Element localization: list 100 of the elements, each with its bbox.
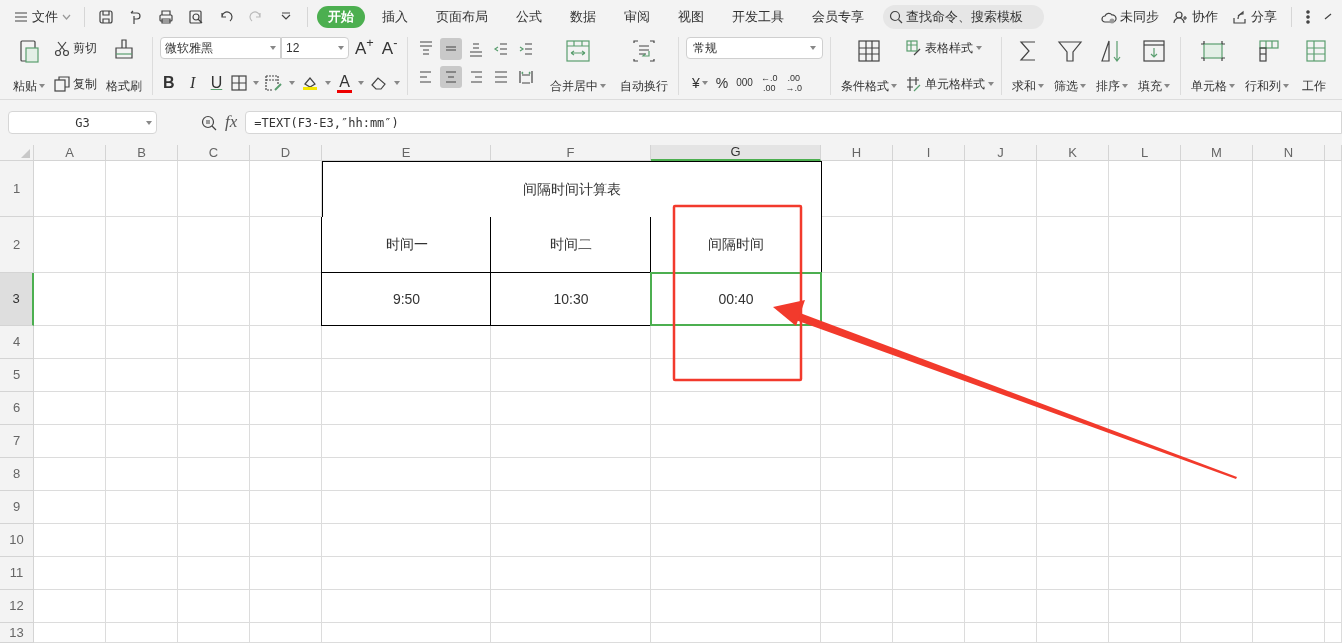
row-header[interactable]: 9: [0, 491, 34, 524]
table-style-button[interactable]: 表格样式: [906, 37, 994, 59]
worksheet-button[interactable]: 工作: [1296, 37, 1332, 95]
currency-button[interactable]: ¥: [692, 72, 708, 94]
rows-columns-button[interactable]: 行和列: [1242, 37, 1292, 95]
row-header[interactable]: 1: [0, 161, 34, 217]
collaborate-button[interactable]: 协作: [1173, 6, 1218, 27]
cell-button[interactable]: 单元格: [1188, 37, 1238, 95]
name-box[interactable]: G3: [8, 111, 157, 134]
ribbon-tab[interactable]: 开发工具: [721, 5, 795, 28]
row-header[interactable]: 10: [0, 524, 34, 557]
cut-button[interactable]: 剪切: [54, 37, 97, 59]
export-icon[interactable]: [128, 8, 144, 25]
print-preview-icon[interactable]: [188, 8, 204, 25]
file-menu-button[interactable]: 文件: [10, 4, 75, 29]
align-middle-button[interactable]: [440, 38, 462, 60]
search-field[interactable]: 查找命令、搜索模板: [883, 4, 1044, 29]
ribbon-tab[interactable]: 页面布局: [425, 5, 499, 28]
column-header[interactable]: E: [322, 145, 491, 161]
font-color-button[interactable]: A: [337, 73, 352, 93]
column-header[interactable]: C: [178, 145, 250, 161]
row-header[interactable]: 6: [0, 392, 34, 425]
column-header[interactable]: F: [491, 145, 651, 161]
italic-button[interactable]: I: [183, 71, 202, 95]
row-header[interactable]: 3: [0, 273, 34, 326]
percent-button[interactable]: %: [715, 72, 729, 94]
highlight-icon[interactable]: [301, 75, 320, 91]
fill-format-icon[interactable]: [265, 75, 284, 91]
sync-button[interactable]: 未同步: [1101, 6, 1159, 27]
ribbon-tab[interactable]: 审阅: [613, 5, 661, 28]
table-header-cell: 时间二: [490, 217, 652, 273]
conditional-format-button[interactable]: 条件格式: [838, 37, 900, 95]
wrap-text-button[interactable]: 自动换行: [617, 37, 671, 95]
column-header[interactable]: B: [106, 145, 178, 161]
cell-brush-icon: [906, 76, 922, 92]
font-name-dropdown[interactable]: 微软雅黑: [160, 37, 281, 59]
copy-button[interactable]: 复制: [54, 73, 97, 95]
zoom-icon[interactable]: [201, 114, 217, 131]
grow-font-button[interactable]: A$^{+}$: [353, 39, 376, 57]
column-header[interactable]: L: [1109, 145, 1181, 161]
ribbon-tab[interactable]: 公式: [505, 5, 553, 28]
save-icon[interactable]: [98, 8, 114, 25]
align-bottom-icon: [468, 41, 484, 57]
format-painter-button[interactable]: 格式刷: [103, 37, 145, 95]
ribbon-tab[interactable]: 插入: [371, 5, 419, 28]
column-header[interactable]: G: [651, 145, 821, 161]
print-icon[interactable]: [158, 8, 174, 25]
search-icon: [889, 9, 903, 24]
increase-decimal-button[interactable]: ←.0 .00: [760, 73, 778, 93]
column-header[interactable]: J: [965, 145, 1037, 161]
table-cell[interactable]: 10:30: [490, 273, 652, 326]
row-header[interactable]: 11: [0, 557, 34, 590]
row-header[interactable]: 7: [0, 425, 34, 458]
ribbon-tab[interactable]: 会员专享: [801, 5, 875, 28]
column-header[interactable]: D: [250, 145, 322, 161]
fill-button[interactable]: 填充: [1135, 37, 1173, 95]
paste-button[interactable]: 粘贴: [10, 37, 48, 95]
thousands-separator-button[interactable]: 000: [736, 78, 753, 88]
chevron-down-icon: [62, 13, 71, 20]
decrease-decimal-button[interactable]: .00 →.0: [785, 73, 802, 93]
merge-center-button[interactable]: 合并居中: [547, 37, 609, 95]
row-header[interactable]: 12: [0, 590, 34, 623]
caret-icon: [1080, 84, 1086, 88]
underline-button[interactable]: U: [207, 71, 226, 95]
bold-button[interactable]: B: [160, 71, 178, 95]
column-header[interactable]: H: [821, 145, 893, 161]
column-header[interactable]: N: [1253, 145, 1325, 161]
sort-button[interactable]: 排序: [1093, 37, 1131, 95]
column-header[interactable]: M: [1181, 145, 1253, 161]
row-header[interactable]: 8: [0, 458, 34, 491]
shrink-font-button[interactable]: A$^{-}$: [379, 39, 400, 57]
table-cell[interactable]: 9:50: [321, 273, 492, 326]
align-center-button[interactable]: [440, 66, 462, 88]
share-icon: [1232, 9, 1248, 24]
column-header[interactable]: A: [34, 145, 106, 161]
more-icon[interactable]: [1306, 9, 1310, 24]
ribbon-tab[interactable]: 数据: [559, 5, 607, 28]
formula-field[interactable]: =TEXT(F3-E3,″hh:mm″): [245, 111, 1342, 134]
caret-icon: [338, 46, 344, 50]
cell-style-button[interactable]: 单元格样式: [906, 73, 994, 95]
row-header[interactable]: 4: [0, 326, 34, 359]
ribbon-tab[interactable]: 视图: [667, 5, 715, 28]
caret-icon: [1229, 84, 1235, 88]
row-header[interactable]: 13: [0, 623, 34, 643]
function-label[interactable]: fx: [225, 108, 238, 137]
column-header[interactable]: I: [893, 145, 965, 161]
borders-icon[interactable]: [231, 75, 248, 91]
share-button[interactable]: 分享: [1232, 6, 1277, 27]
row-header[interactable]: 2: [0, 217, 34, 273]
eraser-icon[interactable]: [370, 75, 388, 91]
table-brush-icon: [906, 40, 922, 56]
number-format-dropdown[interactable]: 常规: [686, 37, 823, 59]
filter-button[interactable]: 筛选: [1051, 37, 1089, 95]
copy-icon: [54, 76, 70, 92]
font-size-dropdown[interactable]: 12: [281, 37, 349, 59]
table-cell[interactable]: 00:40: [650, 272, 822, 326]
caret-icon: [358, 81, 364, 85]
sum-button[interactable]: 求和: [1009, 37, 1047, 95]
column-header[interactable]: K: [1037, 145, 1109, 161]
row-header[interactable]: 5: [0, 359, 34, 392]
